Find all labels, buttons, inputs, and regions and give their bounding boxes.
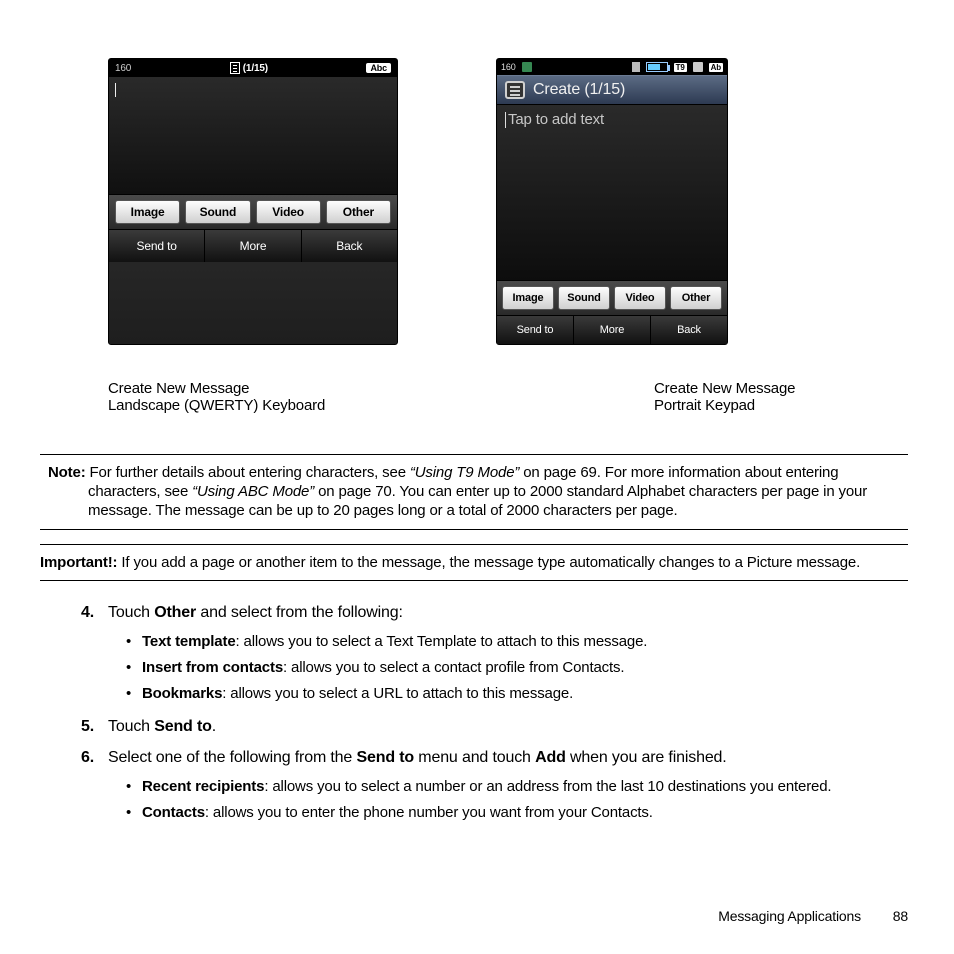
sound-button[interactable]: Sound xyxy=(558,286,610,310)
text-cursor-icon xyxy=(505,112,506,128)
list-item: Insert from contacts: allows you to sele… xyxy=(126,658,908,678)
step-text-bold: Send to xyxy=(154,718,212,735)
list-item: Bookmarks: allows you to select a URL to… xyxy=(126,684,908,704)
footer-section: Messaging Applications xyxy=(718,908,861,924)
softkey-bar: Send to More Back xyxy=(109,229,397,262)
battery-icon xyxy=(646,62,668,72)
video-button[interactable]: Video xyxy=(256,200,321,224)
char-counter: 160 xyxy=(115,63,131,74)
menu-icon[interactable] xyxy=(505,81,525,99)
divider xyxy=(40,580,908,581)
text-cursor-icon xyxy=(115,83,116,97)
caption-landscape-line2: Landscape (QWERTY) Keyboard xyxy=(108,397,398,414)
note-text-1: For further details about entering chara… xyxy=(90,464,410,481)
title-bar: Create (1/15) xyxy=(497,75,727,105)
caption-portrait-line1: Create New Message xyxy=(654,380,886,397)
other-button[interactable]: Other xyxy=(670,286,722,310)
bullet-desc: : allows you to select a URL to attach t… xyxy=(222,685,573,702)
bullet-desc: : allows you to select a contact profile… xyxy=(283,659,624,676)
image-button[interactable]: Image xyxy=(115,200,180,224)
message-textarea[interactable]: Tap to add text xyxy=(497,105,727,281)
status-bar: 160 T9 Ab xyxy=(497,59,727,75)
step-text-bold: Other xyxy=(154,604,196,621)
softkey-sendto[interactable]: Send to xyxy=(109,230,205,262)
signal-icon xyxy=(632,62,640,72)
step-number: 5. xyxy=(40,715,108,738)
step-6: 6. Select one of the following from the … xyxy=(40,746,908,769)
step-number: 4. xyxy=(40,601,108,624)
body-text: Note: For further details about entering… xyxy=(40,454,908,834)
list-item: Recent recipients: allows you to select … xyxy=(126,777,908,797)
divider xyxy=(40,529,908,530)
caption-landscape-line1: Create New Message xyxy=(108,380,398,397)
softkey-more[interactable]: More xyxy=(574,316,651,344)
page-footer: Messaging Applications 88 xyxy=(718,908,908,924)
screenshot-portrait: 160 T9 Ab Create (1/15) Tap to add text … xyxy=(496,58,728,345)
step-text-post: and select from the following: xyxy=(196,604,403,621)
textarea-placeholder: Tap to add text xyxy=(508,111,604,128)
softkey-back[interactable]: Back xyxy=(651,316,727,344)
bullet-desc: : allows you to select a number or an ad… xyxy=(264,778,831,795)
step-4-bullets: Text template: allows you to select a Te… xyxy=(40,632,908,705)
step-text-pre: Touch xyxy=(108,718,154,735)
screenshot-landscape: 160 (1/15) Abc Image Sound Video Other S… xyxy=(108,58,398,345)
steps-list: 4. Touch Other and select from the follo… xyxy=(40,601,908,824)
step-text-post: when you are finished. xyxy=(566,749,727,766)
list-item: Contacts: allows you to enter the phone … xyxy=(126,803,908,823)
ab-badge: Ab xyxy=(709,63,723,72)
char-counter: 160 xyxy=(501,62,516,72)
step-6-bullets: Recent recipients: allows you to select … xyxy=(40,777,908,824)
bullet-term: Insert from contacts xyxy=(142,659,283,676)
bullet-term: Bookmarks xyxy=(142,685,222,702)
attachment-bar: Image Sound Video Other xyxy=(109,195,397,229)
step-text-pre: Select one of the following from the xyxy=(108,749,356,766)
title-text: Create (1/15) xyxy=(533,81,625,99)
important-block: Important!: If you add a page or another… xyxy=(40,545,908,580)
important-text: If you add a page or another item to the… xyxy=(121,554,860,571)
sim2-icon xyxy=(693,62,703,72)
status-bar: 160 (1/15) Abc xyxy=(109,59,397,77)
page-indicator: (1/15) xyxy=(139,62,358,74)
t9-badge: T9 xyxy=(674,63,687,72)
list-item: Text template: allows you to select a Te… xyxy=(126,632,908,652)
footer-page-number: 88 xyxy=(893,908,908,924)
note-label: Note: xyxy=(48,464,86,481)
other-button[interactable]: Other xyxy=(326,200,391,224)
step-text-pre: Touch xyxy=(108,604,154,621)
bullet-term: Recent recipients xyxy=(142,778,264,795)
step-4: 4. Touch Other and select from the follo… xyxy=(40,601,908,624)
step-text-mid: menu and touch xyxy=(414,749,535,766)
sim-icon xyxy=(522,62,532,72)
step-number: 6. xyxy=(40,746,108,769)
caption-portrait-line2: Portrait Keypad xyxy=(654,397,886,414)
bullet-term: Contacts xyxy=(142,804,205,821)
softkey-bar: Send to More Back xyxy=(497,315,727,344)
note-ref-abc: “Using ABC Mode” xyxy=(192,483,314,500)
bullet-desc: : allows you to select a Text Template t… xyxy=(236,633,648,650)
step-text-bold1: Send to xyxy=(356,749,414,766)
note-ref-t9: “Using T9 Mode” xyxy=(410,464,519,481)
image-button[interactable]: Image xyxy=(502,286,554,310)
bullet-term: Text template xyxy=(142,633,236,650)
important-label: Important!: xyxy=(40,554,117,571)
message-textarea[interactable] xyxy=(109,77,397,195)
step-5: 5. Touch Send to. xyxy=(40,715,908,738)
page-indicator-text: (1/15) xyxy=(243,63,268,74)
step-text-post: . xyxy=(212,718,216,735)
bullet-desc: : allows you to enter the phone number y… xyxy=(205,804,653,821)
attachment-bar: Image Sound Video Other xyxy=(497,281,727,315)
input-mode-badge: Abc xyxy=(366,63,391,73)
page-icon xyxy=(230,62,240,74)
sound-button[interactable]: Sound xyxy=(185,200,250,224)
softkey-more[interactable]: More xyxy=(205,230,301,262)
step-text-bold2: Add xyxy=(535,749,566,766)
softkey-back[interactable]: Back xyxy=(302,230,397,262)
video-button[interactable]: Video xyxy=(614,286,666,310)
note-block: Note: For further details about entering… xyxy=(40,455,908,529)
softkey-sendto[interactable]: Send to xyxy=(497,316,574,344)
